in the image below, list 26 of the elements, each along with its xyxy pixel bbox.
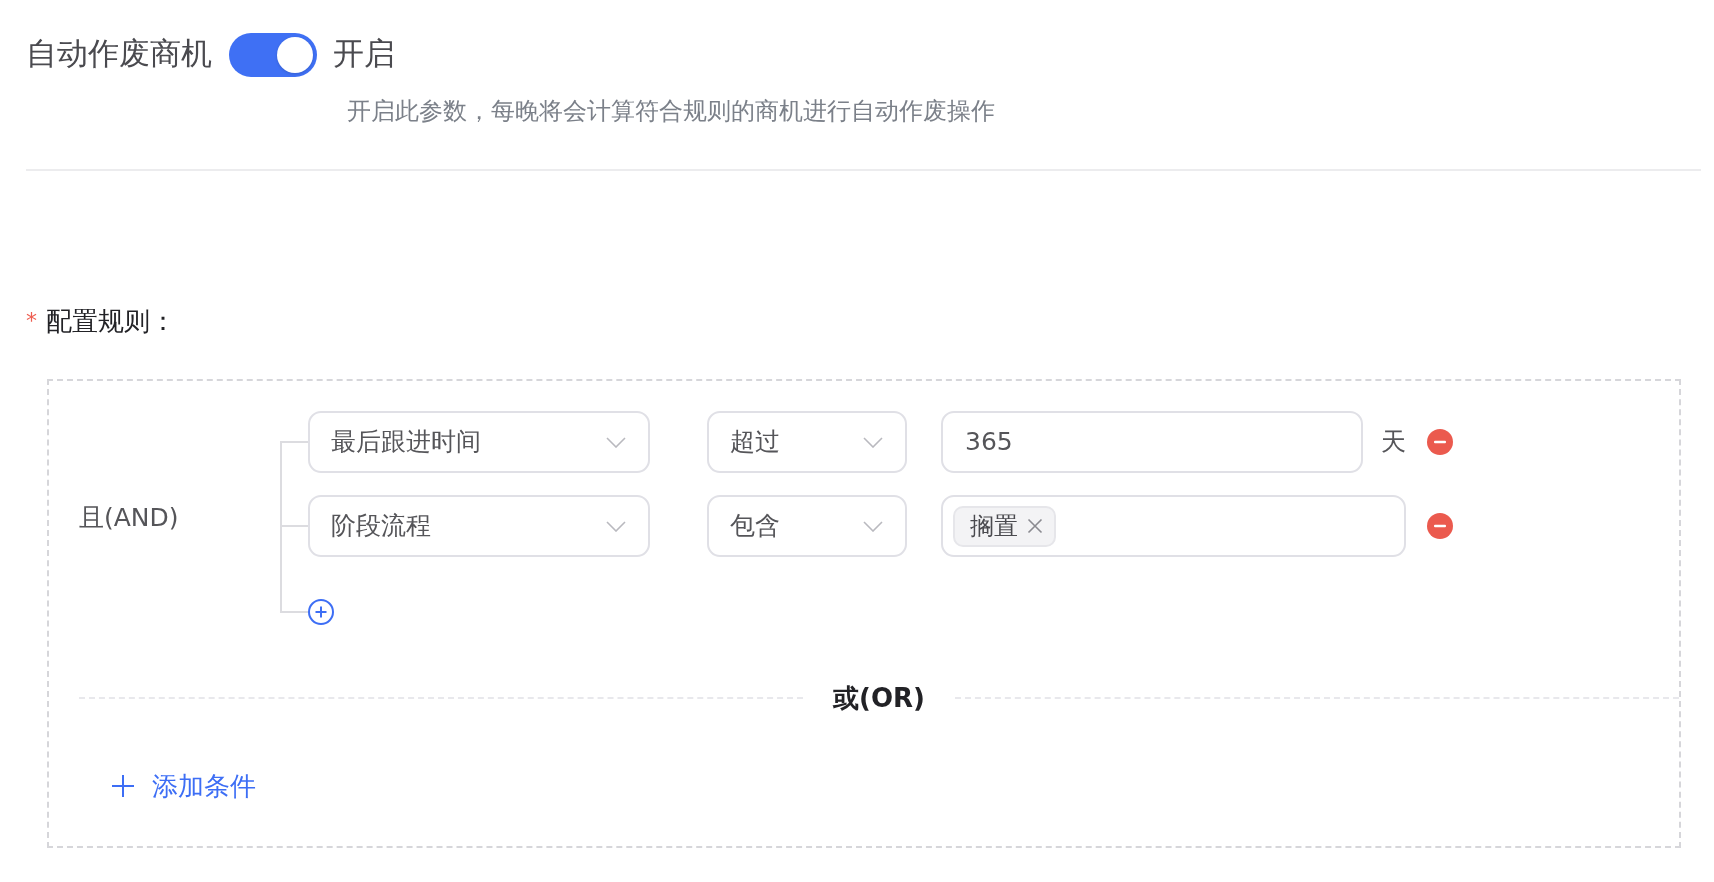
or-label: 或(OR)	[833, 682, 925, 715]
add-circle-icon[interactable]	[308, 599, 334, 625]
tag-select-field[interactable]: 搁置	[941, 495, 1406, 557]
plus-icon	[112, 775, 134, 797]
operator-select[interactable]: 包含	[707, 495, 907, 557]
chevron-down-icon	[863, 520, 883, 532]
switch-status: 开启	[333, 34, 395, 73]
remove-icon[interactable]	[1427, 429, 1453, 455]
tag-label: 搁置	[970, 511, 1018, 542]
toggle-switch[interactable]	[229, 33, 317, 77]
add-condition-button[interactable]: 添加条件	[112, 768, 256, 804]
field-select[interactable]: 阶段流程	[308, 495, 650, 557]
rules-label: 配置规则：	[46, 305, 176, 338]
setting-label: 自动作废商机	[26, 34, 212, 73]
setting-description: 开启此参数，每晚将会计算符合规则的商机进行自动作废操作	[347, 96, 996, 127]
chevron-down-icon	[606, 436, 626, 448]
remove-icon[interactable]	[1427, 513, 1453, 539]
close-icon[interactable]	[1027, 518, 1043, 534]
unit-label: 天	[1381, 426, 1406, 458]
number-input[interactable]: 365	[941, 411, 1363, 473]
chevron-down-icon	[606, 520, 626, 532]
logic-label: 且(AND)	[79, 503, 179, 532]
field-select[interactable]: 最后跟进时间	[308, 411, 650, 473]
required-mark: *	[26, 307, 37, 335]
operator-select[interactable]: 超过	[707, 411, 907, 473]
chevron-down-icon	[863, 436, 883, 448]
